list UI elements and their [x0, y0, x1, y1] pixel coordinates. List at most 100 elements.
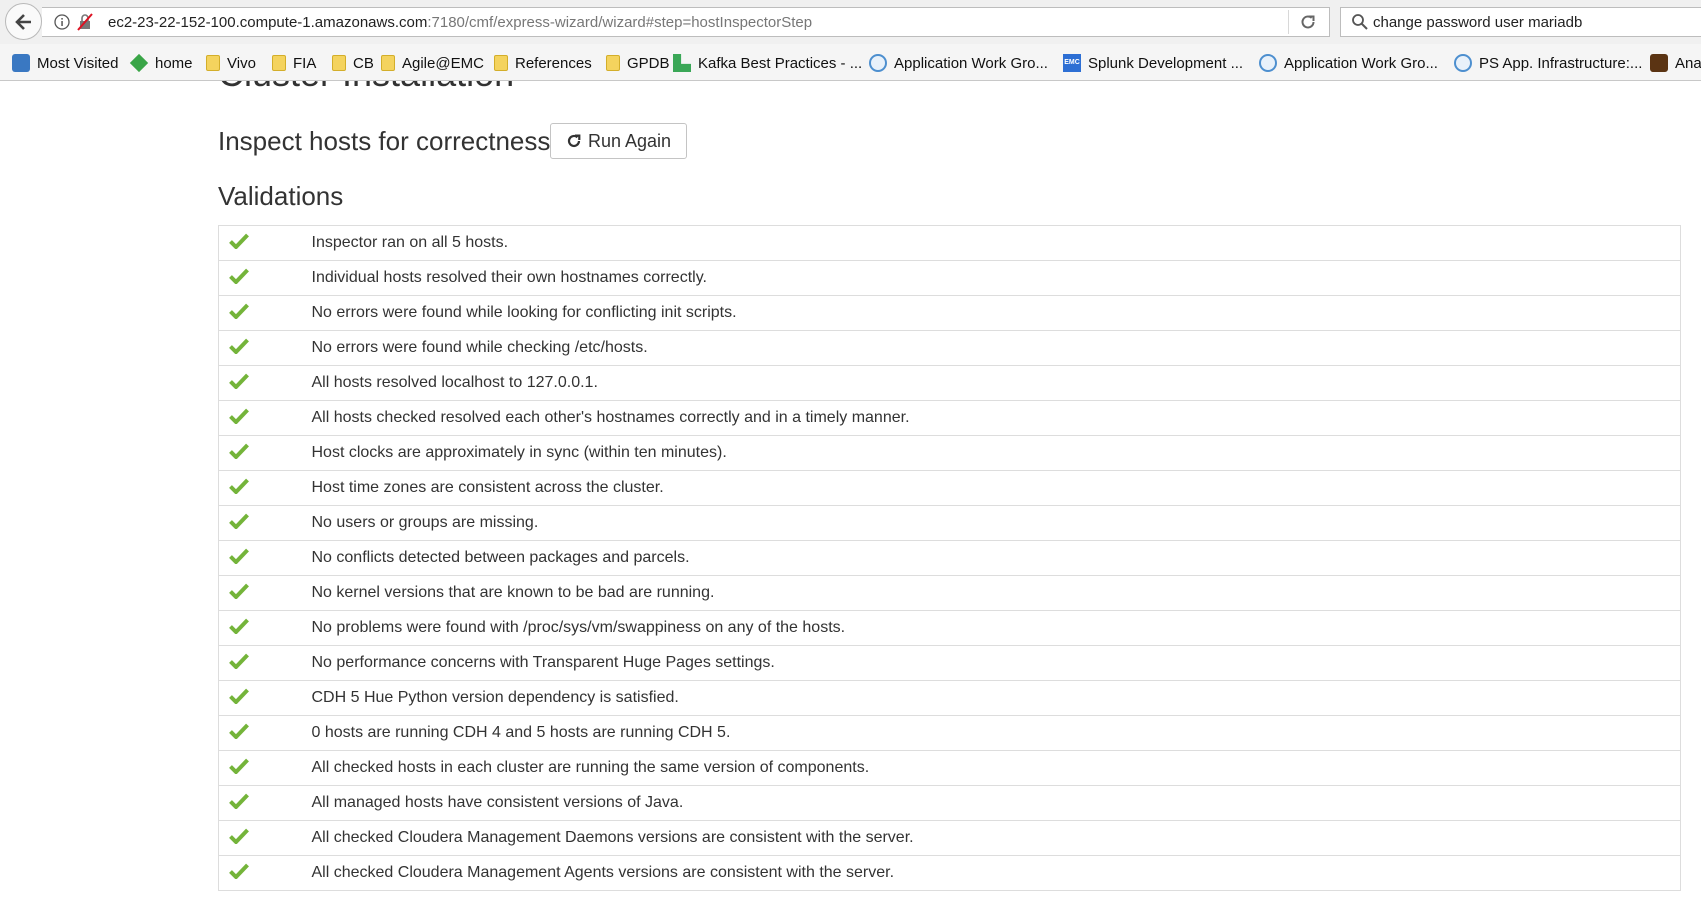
validation-status	[218, 610, 312, 646]
checkmark-icon	[229, 233, 249, 250]
validation-message: Host time zones are consistent across th…	[311, 470, 1681, 506]
validation-status	[218, 855, 312, 891]
validation-message: All checked hosts in each cluster are ru…	[311, 750, 1681, 786]
bookmark-label: Kafka Best Practices - ...	[698, 54, 863, 72]
search-input[interactable]: change password user mariadb	[1373, 14, 1582, 31]
validation-status	[218, 365, 312, 401]
validation-row: All hosts resolved localhost to 127.0.0.…	[218, 365, 1681, 401]
bookmark-ana[interactable]: Ana	[1650, 53, 1701, 73]
validation-row: All managed hosts have consistent versio…	[218, 785, 1681, 821]
checkmark-icon	[229, 443, 249, 460]
page-title: Cluster Installation	[218, 81, 514, 95]
bookmark-folder-agile[interactable]: Agile@EMC	[381, 53, 484, 73]
validation-status	[218, 785, 312, 821]
search-icon	[1351, 13, 1369, 36]
validation-message: 0 hosts are running CDH 4 and 5 hosts ar…	[311, 715, 1681, 751]
validation-row: Host time zones are consistent across th…	[218, 470, 1681, 506]
validation-row: No problems were found with /proc/sys/vm…	[218, 610, 1681, 646]
refresh-icon	[566, 133, 582, 149]
bookmark-label: References	[515, 54, 592, 72]
run-again-label: Run Again	[588, 130, 672, 151]
checkmark-icon	[229, 408, 249, 425]
folder-icon	[206, 55, 220, 71]
run-again-button[interactable]: Run Again	[550, 123, 688, 159]
url-host: ec2-23-22-152-100.compute-1.amazonaws.co…	[108, 14, 428, 31]
validation-status	[218, 820, 312, 856]
validation-message: All managed hosts have consistent versio…	[311, 785, 1681, 821]
bookmark-folder-fia[interactable]: FIA	[272, 53, 316, 73]
validation-message: All hosts resolved localhost to 127.0.0.…	[311, 365, 1681, 401]
browser-navbar: ec2-23-22-152-100.compute-1.amazonaws.co…	[0, 0, 1701, 44]
validation-status	[218, 750, 312, 786]
bookmark-label: GPDB	[627, 54, 670, 72]
url-path: :7180/cmf/express-wizard/wizard#step=hos…	[427, 14, 813, 31]
checkmark-icon	[229, 548, 249, 565]
emc-icon: EMC	[1063, 54, 1081, 72]
bookmark-label: CB	[353, 54, 374, 72]
validation-message: No kernel versions that are known to be …	[311, 575, 1681, 611]
validation-row: All checked Cloudera Management Daemons …	[218, 820, 1681, 856]
validation-message: No conflicts detected between packages a…	[311, 540, 1681, 576]
url-bar[interactable]: ec2-23-22-152-100.compute-1.amazonaws.co…	[42, 7, 1330, 37]
validation-message: CDH 5 Hue Python version dependency is s…	[311, 680, 1681, 716]
bookmark-folder-vivo[interactable]: Vivo	[206, 53, 256, 73]
checkmark-icon	[229, 303, 249, 320]
validation-status	[218, 435, 312, 471]
checkmark-icon	[229, 653, 249, 670]
url-separator	[1288, 10, 1289, 34]
validation-row: 0 hosts are running CDH 4 and 5 hosts ar…	[218, 715, 1681, 751]
checkmark-icon	[229, 268, 249, 285]
validation-row: No users or groups are missing.	[218, 505, 1681, 541]
validation-message: All checked Cloudera Management Agents v…	[311, 855, 1681, 891]
bookmark-label: FIA	[293, 54, 317, 72]
bookmark-ps-app-infrastructure[interactable]: PS App. Infrastructure:...	[1454, 53, 1642, 73]
validation-status	[218, 260, 312, 296]
search-bar[interactable]: change password user mariadb	[1340, 7, 1701, 37]
validation-message: No problems were found with /proc/sys/vm…	[311, 610, 1681, 646]
bookmarks-toolbar: Most Visited home Vivo FIA CB Agile@EMC …	[0, 44, 1701, 81]
validation-message: All checked Cloudera Management Daemons …	[311, 820, 1681, 856]
validation-row: Individual hosts resolved their own host…	[218, 260, 1681, 296]
globe-icon	[869, 54, 887, 72]
validations-table: Inspector ran on all 5 hosts. Individual …	[218, 225, 1681, 891]
url-text[interactable]: ec2-23-22-152-100.compute-1.amazonaws.co…	[108, 14, 812, 31]
validation-message: No errors were found while checking /etc…	[311, 330, 1681, 366]
checkmark-icon	[229, 478, 249, 495]
back-button[interactable]	[5, 3, 42, 40]
bookmark-home[interactable]: home	[129, 53, 193, 73]
bookmark-folder-references[interactable]: References	[494, 53, 592, 73]
bookmark-kafka[interactable]: Kafka Best Practices - ...	[673, 53, 862, 73]
info-icon[interactable]	[54, 14, 70, 35]
mixed-content-icon[interactable]	[76, 13, 94, 36]
bookmark-label: Ana	[1675, 54, 1701, 72]
validation-message: No users or groups are missing.	[311, 505, 1681, 541]
bookmark-application-work-group-2[interactable]: Application Work Gro...	[1259, 53, 1438, 73]
bookmark-most-visited[interactable]: Most Visited	[12, 53, 118, 73]
validation-status	[218, 645, 312, 681]
validation-row: CDH 5 Hue Python version dependency is s…	[218, 680, 1681, 716]
bookmark-splunk[interactable]: EMC Splunk Development ...	[1063, 53, 1243, 73]
validation-status	[218, 400, 312, 436]
bookmark-label: Most Visited	[37, 54, 119, 72]
validation-status	[218, 470, 312, 506]
checkmark-icon	[229, 583, 249, 600]
checkmark-icon	[229, 828, 249, 845]
bookmark-application-work-group-1[interactable]: Application Work Gro...	[869, 53, 1048, 73]
bookmark-label: Agile@EMC	[402, 54, 484, 72]
folder-icon	[332, 55, 346, 71]
folder-icon	[381, 55, 395, 71]
validation-message: Individual hosts resolved their own host…	[311, 260, 1681, 296]
globe-icon	[1259, 54, 1277, 72]
page-content: Cluster Installation Inspect hosts for c…	[0, 81, 1701, 903]
validation-status	[218, 680, 312, 716]
validation-message: All hosts checked resolved each other's …	[311, 400, 1681, 436]
validation-status	[218, 575, 312, 611]
checkmark-icon	[229, 373, 249, 390]
validation-row: No conflicts detected between packages a…	[218, 540, 1681, 576]
reload-icon[interactable]	[1299, 13, 1317, 36]
validation-message: No errors were found while looking for c…	[311, 295, 1681, 331]
bookmark-folder-gpdb[interactable]: GPDB	[606, 53, 670, 73]
bookmark-label: Application Work Gro...	[894, 54, 1048, 72]
bookmark-folder-cb[interactable]: CB	[332, 53, 374, 73]
validation-row: Inspector ran on all 5 hosts.	[218, 225, 1681, 261]
